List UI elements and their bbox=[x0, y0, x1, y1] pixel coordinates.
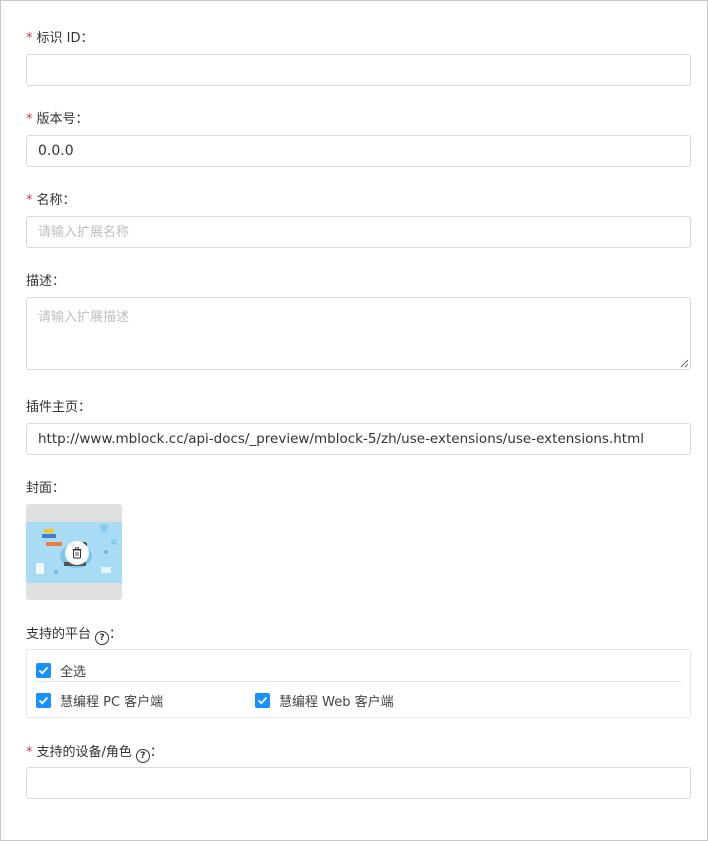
platform-option-pc-label: 慧编程 PC 客户端 bbox=[60, 695, 164, 710]
devices-label: * 支持的设备/角色?： bbox=[26, 743, 163, 763]
select-all-checkbox[interactable]: 全选 bbox=[36, 661, 86, 680]
checkbox-checked-icon[interactable] bbox=[36, 693, 51, 708]
description-textarea[interactable]: 请输入扩展描述 bbox=[26, 297, 691, 370]
cover-label: 封面： bbox=[26, 479, 65, 499]
description-placeholder: 请输入扩展描述 bbox=[38, 310, 130, 325]
cover-upload[interactable] bbox=[26, 504, 122, 600]
platform-option-pc[interactable]: 慧编程 PC 客户端 bbox=[36, 691, 163, 710]
description-label: 描述： bbox=[26, 272, 65, 292]
help-icon[interactable]: ? bbox=[135, 749, 150, 763]
required-mark: * bbox=[26, 112, 33, 127]
version-label: * 版本号： bbox=[26, 110, 89, 130]
select-all-label: 全选 bbox=[60, 665, 87, 680]
cover-label-text: 封面： bbox=[26, 481, 66, 496]
platforms-checkbox-group: 全选 慧编程 PC 客户端 慧编程 Web 客户端 bbox=[26, 649, 691, 718]
homepage-input-value: http://www.mblock.cc/api-docs/_preview/m… bbox=[38, 431, 644, 447]
trash-icon bbox=[72, 547, 82, 559]
name-label: * 名称： bbox=[26, 191, 76, 211]
homepage-input[interactable]: http://www.mblock.cc/api-docs/_preview/m… bbox=[26, 423, 691, 455]
devices-label-suffix: ： bbox=[149, 745, 163, 760]
name-label-text: 名称： bbox=[36, 193, 76, 208]
id-input[interactable] bbox=[26, 54, 691, 86]
id-label: * 标识 ID： bbox=[26, 29, 93, 49]
name-input-placeholder: 请输入扩展名称 bbox=[38, 225, 130, 240]
required-mark: * bbox=[26, 193, 33, 208]
version-input[interactable]: 0.0.0 bbox=[26, 135, 691, 167]
platforms-label-suffix: ： bbox=[109, 627, 123, 642]
platforms-label: 支持的平台?： bbox=[26, 625, 122, 645]
platform-option-web[interactable]: 慧编程 Web 客户端 bbox=[255, 691, 394, 710]
description-label-text: 描述： bbox=[26, 274, 66, 289]
homepage-label: 插件主页： bbox=[26, 398, 91, 418]
id-label-text: 标识 ID： bbox=[36, 31, 94, 46]
devices-label-text: 支持的设备/角色 bbox=[36, 745, 132, 760]
name-input[interactable]: 请输入扩展名称 bbox=[26, 216, 691, 248]
checkbox-checked-icon[interactable] bbox=[36, 663, 51, 678]
version-label-text: 版本号： bbox=[36, 112, 89, 127]
cover-delete-button[interactable] bbox=[65, 541, 89, 565]
homepage-label-text: 插件主页： bbox=[26, 400, 92, 415]
version-input-value: 0.0.0 bbox=[38, 143, 74, 159]
required-mark: * bbox=[26, 745, 33, 760]
platform-option-web-label: 慧编程 Web 客户端 bbox=[279, 695, 394, 710]
resize-handle-icon[interactable] bbox=[679, 358, 689, 368]
devices-select[interactable] bbox=[26, 767, 691, 799]
form-panel: * 标识 ID： * 版本号： 0.0.0 * 名称： 请输入扩展名称 描述： 请输入… bbox=[0, 0, 708, 841]
checkbox-checked-icon[interactable] bbox=[255, 693, 270, 708]
help-icon[interactable]: ? bbox=[95, 631, 110, 645]
platforms-label-text: 支持的平台 bbox=[26, 627, 92, 642]
divider bbox=[35, 681, 682, 682]
required-mark: * bbox=[26, 31, 33, 46]
